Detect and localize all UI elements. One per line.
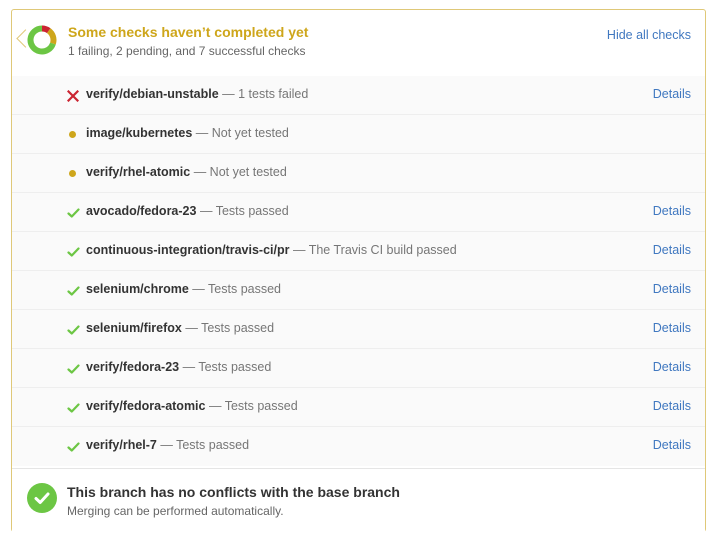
check-name: continuous-integration/travis-ci/pr (86, 243, 290, 257)
check-text: selenium/firefox — Tests passed (86, 321, 274, 335)
check-description: — Tests passed (205, 399, 298, 413)
check-text: avocado/fedora-23 — Tests passed (86, 204, 289, 218)
check-description: — 1 tests failed (218, 87, 309, 101)
check-text: verify/fedora-atomic — Tests passed (86, 399, 298, 413)
check-icon (67, 284, 80, 296)
check-description: — Not yet tested (192, 126, 289, 140)
details-link[interactable]: Details (653, 204, 691, 218)
check-name: verify/fedora-23 (86, 360, 180, 374)
check-row: verify/rhel-atomic — Not yet tested (12, 154, 705, 193)
check-row: selenium/chrome — Tests passed Details (12, 271, 705, 310)
check-name: verify/rhel-7 (86, 438, 157, 452)
check-description: — Not yet tested (190, 165, 287, 179)
hide-all-checks-link[interactable]: Hide all checks (607, 28, 691, 42)
check-icon (67, 440, 80, 452)
check-name: verify/debian-unstable (86, 87, 219, 101)
check-name: verify/rhel-atomic (86, 165, 191, 179)
check-description: — Tests passed (179, 360, 272, 374)
donut-failing-segment (41, 25, 51, 34)
checks-status-title: Some checks haven’t completed yet (68, 24, 309, 40)
pending-dot-icon (67, 128, 79, 140)
check-text: selenium/chrome — Tests passed (86, 282, 281, 296)
check-circle-icon (27, 483, 57, 513)
check-name: selenium/firefox (86, 321, 182, 335)
check-icon (67, 401, 80, 413)
check-name: verify/fedora-atomic (86, 399, 206, 413)
check-row: image/kubernetes — Not yet tested (12, 115, 705, 154)
merge-status-title: This branch has no conflicts with the ba… (67, 484, 400, 500)
check-row: selenium/firefox — Tests passed Details (12, 310, 705, 349)
details-link[interactable]: Details (653, 321, 691, 335)
check-name: selenium/chrome (86, 282, 189, 296)
check-icon (67, 362, 80, 374)
check-text: verify/rhel-7 — Tests passed (86, 438, 249, 452)
checks-panel: Some checks haven’t completed yet 1 fail… (11, 9, 706, 532)
check-text: verify/debian-unstable — 1 tests failed (86, 87, 308, 101)
check-text: image/kubernetes — Not yet tested (86, 126, 289, 140)
details-link[interactable]: Details (653, 399, 691, 413)
check-icon (67, 323, 80, 335)
check-text: verify/rhel-atomic — Not yet tested (86, 165, 287, 179)
check-row: verify/fedora-23 — Tests passed Details (12, 349, 705, 388)
checks-summary: 1 failing, 2 pending, and 7 successful c… (68, 44, 306, 58)
check-description: — The Travis CI build passed (289, 243, 457, 257)
check-row: continuous-integration/travis-ci/pr — Th… (12, 232, 705, 271)
merge-status: This branch has no conflicts with the ba… (12, 468, 705, 532)
check-row: verify/rhel-7 — Tests passed Details (12, 427, 705, 466)
check-description: — Tests passed (181, 321, 275, 335)
check-row: verify/fedora-atomic — Tests passed Detai… (12, 388, 705, 427)
check-name: avocado/fedora-23 (86, 204, 197, 218)
details-link[interactable]: Details (653, 282, 691, 296)
check-name: image/kubernetes (86, 126, 193, 140)
check-icon (67, 206, 80, 218)
check-text: verify/fedora-23 — Tests passed (86, 360, 271, 374)
check-row: verify/debian-unstable — 1 tests failed D… (12, 76, 705, 115)
pending-dot-icon (67, 167, 79, 179)
check-description: — Tests passed (156, 438, 250, 452)
x-icon (66, 89, 80, 103)
status-donut-icon (27, 25, 57, 55)
check-icon (67, 245, 80, 257)
checks-header: Some checks haven’t completed yet 1 fail… (12, 10, 705, 77)
details-link[interactable]: Details (653, 438, 691, 452)
merge-status-subtitle: Merging can be performed automatically. (67, 504, 284, 518)
check-description: — Tests passed (188, 282, 282, 296)
details-link[interactable]: Details (653, 243, 691, 257)
details-link[interactable]: Details (653, 87, 691, 101)
donut-pending-segment (46, 28, 57, 45)
check-text: continuous-integration/travis-ci/pr — Th… (86, 243, 457, 257)
check-row: avocado/fedora-23 — Tests passed Details (12, 193, 705, 232)
checks-list: verify/debian-unstable — 1 tests failed D… (12, 76, 705, 466)
details-link[interactable]: Details (653, 360, 691, 374)
check-description: — Tests passed (196, 204, 289, 218)
